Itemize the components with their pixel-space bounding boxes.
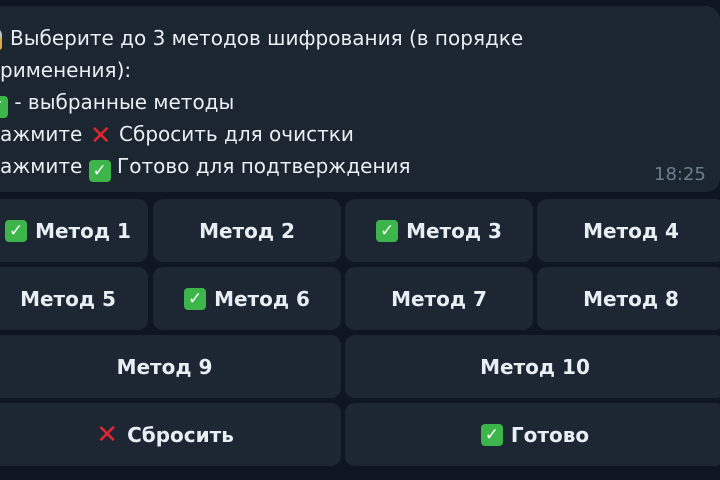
method-7-button[interactable]: Метод 7	[345, 267, 533, 330]
button-label: Метод 10	[480, 354, 590, 379]
message-line-5: ажмите ✓ Готово для подтверждения	[0, 150, 411, 182]
check-icon: ✓	[184, 287, 207, 310]
check-icon: ✓	[0, 96, 8, 118]
button-label: Метод 3	[406, 218, 502, 243]
button-label: Метод 4	[583, 218, 679, 243]
done-label: Готово	[510, 422, 590, 447]
method-3-button[interactable]: ✓ Метод 3	[345, 199, 533, 262]
reset-button[interactable]: ✕ Сбросить	[0, 403, 341, 466]
button-label: Метод 2	[199, 218, 295, 243]
check-icon: ✓	[5, 219, 28, 242]
message-line-4: ажмите ✕ Сбросить для очистки	[0, 118, 354, 150]
message-text-5b: Готово для подтверждения	[110, 154, 411, 178]
message-text-2: рименения):	[0, 58, 132, 82]
check-icon: ✓	[376, 219, 399, 242]
reset-label: Сбросить	[127, 422, 234, 447]
button-label: Метод 8	[583, 286, 679, 311]
message-line-2: рименения):	[0, 54, 131, 86]
button-label: Метод 7	[391, 286, 487, 311]
button-label: Метод 6	[214, 286, 310, 311]
method-4-button[interactable]: Метод 4	[537, 199, 720, 262]
method-5-button[interactable]: Метод 5	[0, 267, 148, 330]
method-8-button[interactable]: Метод 8	[537, 267, 720, 330]
button-label: Метод 1	[35, 218, 131, 243]
method-10-button[interactable]: Метод 10	[345, 335, 720, 398]
message-timestamp: 18:25	[654, 164, 706, 185]
button-label: Метод 9	[116, 354, 213, 379]
message-line-1: Выберите до 3 методов шифрования (в поря…	[0, 22, 523, 54]
button-label: Метод 5	[20, 286, 116, 311]
check-icon: ✓	[88, 160, 111, 182]
method-9-button[interactable]: Метод 9	[0, 335, 341, 398]
done-button[interactable]: ✓ Готово	[345, 403, 720, 466]
cross-icon: ✕	[89, 121, 112, 151]
message-text-4a: ажмите	[0, 122, 89, 146]
method-1-button[interactable]: ✓ Метод 1	[0, 199, 148, 262]
message-line-3: ✓ - выбранные методы	[0, 86, 234, 118]
method-6-button[interactable]: ✓ Метод 6	[153, 267, 341, 330]
message-text-4b: Сбросить для очистки	[112, 122, 354, 146]
method-2-button[interactable]: Метод 2	[153, 199, 341, 262]
message-text-1: Выберите до 3 методов шифрования (в поря…	[10, 26, 524, 50]
cross-icon: ✕	[96, 419, 118, 450]
message-text-3: - выбранные методы	[8, 90, 235, 114]
check-icon: ✓	[480, 423, 503, 446]
message-text-5a: ажмите	[0, 154, 89, 178]
